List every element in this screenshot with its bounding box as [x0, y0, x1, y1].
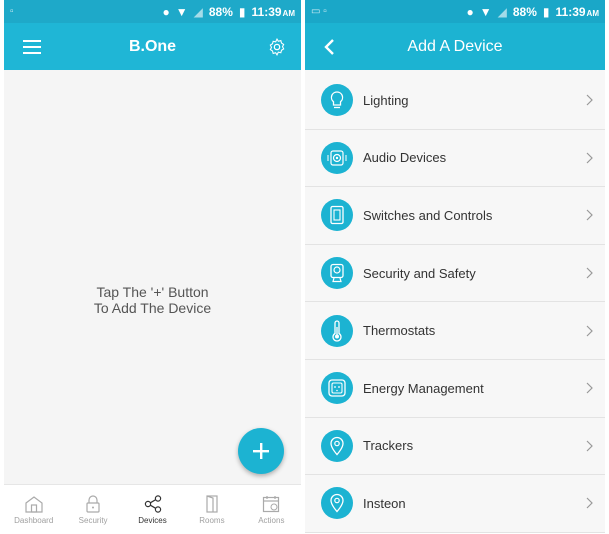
outlet-icon — [321, 372, 353, 405]
tab-label: Actions — [258, 515, 285, 525]
list-item-insteon[interactable]: Insteon — [305, 475, 605, 533]
wifi-icon: ▼ — [479, 4, 492, 19]
location-pin-icon — [321, 429, 353, 462]
wifi-icon: ▼ — [175, 4, 188, 19]
tab-label: Dashboard — [14, 515, 54, 525]
list-item-lighting[interactable]: Lighting — [305, 72, 605, 130]
notification-icon: ▫ — [10, 6, 14, 17]
signal-icon: ◢ — [497, 4, 507, 19]
list-item-security-and-safety[interactable]: Security and Safety — [305, 244, 605, 303]
list-item-energy-management[interactable]: Energy Management — [305, 359, 605, 418]
tab-rooms[interactable]: Rooms — [182, 485, 241, 534]
tab-label: Devices — [138, 515, 167, 525]
status-bar: ▭ ▫ ● ▼ ◢ 88% ▮ 11:39AM — [305, 0, 605, 23]
chevron-right-icon — [575, 497, 605, 509]
list-item-label: Insteon — [363, 495, 406, 511]
list-item-label: Trackers — [363, 438, 414, 454]
add-device-fab[interactable] — [238, 428, 284, 474]
location-icon: ● — [466, 4, 474, 19]
battery-icon: ▮ — [542, 4, 550, 19]
chevron-right-icon — [575, 325, 605, 337]
list-item-label: Energy Management — [363, 380, 484, 396]
chevron-right-icon — [575, 382, 605, 394]
switch-icon — [321, 199, 353, 232]
empty-state-message: Tap The '+' Button To Add The Device — [4, 284, 301, 316]
list-item-label: Switches and Controls — [363, 207, 493, 223]
page-title: Add A Device — [407, 37, 503, 55]
empty-state-line-1: Tap The '+' Button — [96, 284, 209, 300]
gear-icon — [269, 37, 285, 56]
menu-button[interactable] — [14, 29, 50, 65]
chevron-right-icon — [575, 152, 605, 164]
lock-icon — [86, 494, 100, 513]
list-item-label: Security and Safety — [363, 265, 476, 281]
thermometer-icon — [321, 314, 353, 347]
clock: 11:39 — [555, 4, 586, 19]
chevron-right-icon — [575, 440, 605, 452]
tab-label: Rooms — [199, 515, 225, 525]
battery-level: 88% — [512, 4, 537, 19]
location-icon: ● — [162, 4, 170, 19]
devices-screen: ▫ ● ▼ ◢ 88% ▮ 11:39AM B.One Tap The '+' … — [4, 0, 301, 534]
clock-ampm: AM — [586, 8, 599, 18]
device-category-list: Lighting Audio Devices Switches and Cont… — [305, 70, 605, 533]
hamburger-icon — [23, 39, 41, 54]
chevron-right-icon — [575, 267, 605, 279]
signal-icon: ◢ — [193, 4, 203, 19]
tab-security[interactable]: Security — [63, 485, 122, 534]
list-item-audio-devices[interactable]: Audio Devices — [305, 129, 605, 188]
tab-dashboard[interactable]: Dashboard — [4, 485, 63, 534]
list-item-thermostats[interactable]: Thermostats — [305, 302, 605, 360]
list-item-switches-and-controls[interactable]: Switches and Controls — [305, 187, 605, 245]
add-device-screen: ▭ ▫ ● ▼ ◢ 88% ▮ 11:39AM Add A Device Lig… — [305, 0, 605, 534]
clock-ampm: AM — [282, 8, 295, 18]
bulb-icon — [321, 84, 353, 117]
battery-level: 88% — [208, 4, 233, 19]
tab-label: Security — [78, 515, 108, 525]
empty-state-line-2: To Add The Device — [93, 300, 212, 316]
list-item-label: Audio Devices — [363, 150, 447, 166]
chevron-left-icon — [324, 38, 334, 55]
camera-icon — [321, 257, 353, 290]
status-bar: ▫ ● ▼ ◢ 88% ▮ 11:39AM — [4, 0, 301, 23]
settings-button[interactable] — [259, 29, 295, 65]
speaker-icon — [321, 141, 353, 174]
back-button[interactable] — [311, 29, 347, 65]
door-icon — [206, 494, 218, 513]
app-bar: Add A Device — [305, 23, 605, 70]
share-nodes-icon — [144, 494, 161, 513]
list-item-label: Thermostats — [363, 323, 436, 339]
list-item-label: Lighting — [363, 92, 409, 108]
bottom-tab-bar: Dashboard Security Devices Rooms Actions — [4, 484, 301, 534]
battery-icon: ▮ — [238, 4, 246, 19]
tab-actions[interactable]: Actions — [242, 485, 301, 534]
calendar-icon — [263, 495, 280, 512]
notification-icon: ▭ ▫ — [311, 6, 327, 17]
clock: 11:39 — [251, 4, 282, 19]
app-bar: B.One — [4, 23, 301, 70]
tab-devices[interactable]: Devices — [123, 485, 182, 534]
list-item-trackers[interactable]: Trackers — [305, 417, 605, 476]
chevron-right-icon — [575, 209, 605, 221]
location-pin-icon — [321, 487, 353, 520]
chevron-right-icon — [575, 94, 605, 106]
plus-icon — [253, 443, 269, 459]
home-icon — [25, 495, 43, 513]
